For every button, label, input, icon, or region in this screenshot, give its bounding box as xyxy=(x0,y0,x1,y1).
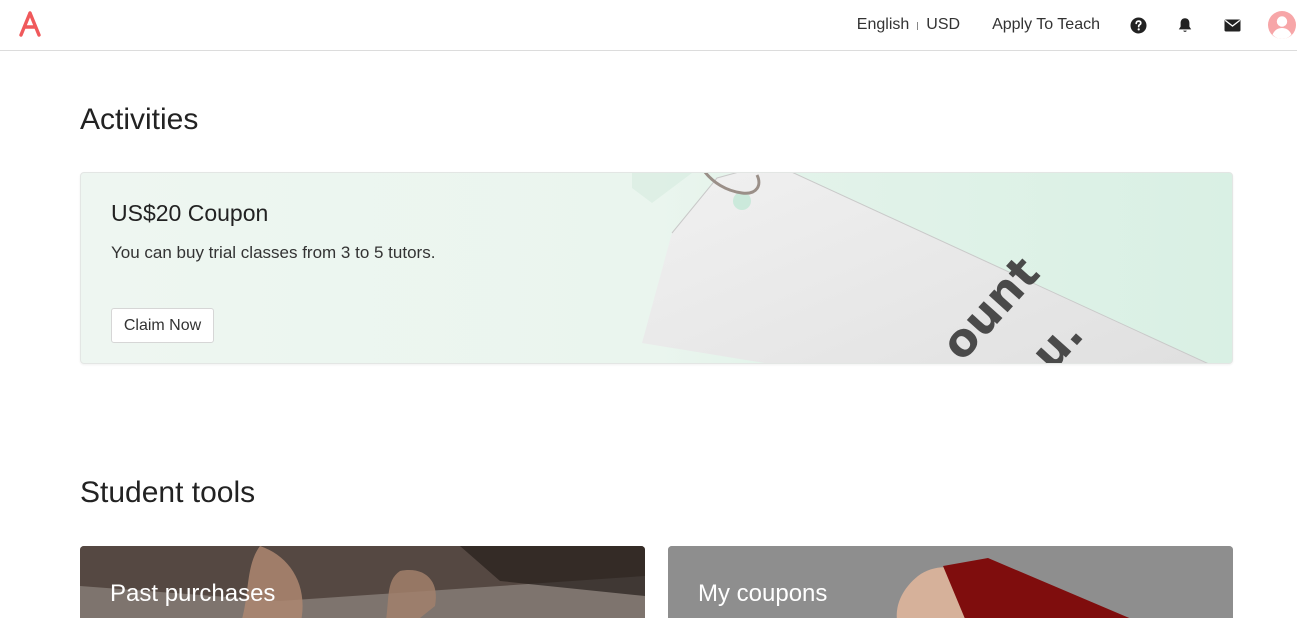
currency-label: USD xyxy=(926,16,961,33)
my-coupons-card[interactable]: My coupons xyxy=(668,546,1233,618)
coupon-title: US$20 Coupon xyxy=(111,200,269,226)
coupon-description: You can buy trial classes from 3 to 5 tu… xyxy=(111,243,436,262)
student-tools-heading: Student tools xyxy=(80,476,256,509)
past-purchases-label: Past purchases xyxy=(110,580,276,607)
activities-heading: Activities xyxy=(80,103,199,136)
claim-now-button[interactable]: Claim Now xyxy=(111,308,214,343)
top-navbar: English USD Apply To Teach xyxy=(0,0,1297,51)
help-icon[interactable] xyxy=(1129,16,1147,34)
my-coupons-label: My coupons xyxy=(698,580,828,607)
mail-icon[interactable] xyxy=(1223,16,1241,34)
coupon-banner: ount u. US$20 Coupon You can buy trial c… xyxy=(80,172,1233,364)
navbar-right: English USD Apply To Teach xyxy=(857,0,1297,50)
discount-tag-illustration: ount u. xyxy=(632,173,1208,363)
app-logo-icon[interactable] xyxy=(18,11,42,37)
past-purchases-card[interactable]: Past purchases xyxy=(80,546,645,618)
apply-to-teach-link[interactable]: Apply To Teach xyxy=(992,16,1100,34)
divider xyxy=(917,22,919,30)
language-label: English xyxy=(856,16,910,33)
bell-icon[interactable] xyxy=(1176,16,1194,34)
user-avatar-icon[interactable] xyxy=(1267,10,1297,40)
language-currency-selector[interactable]: English USD xyxy=(857,16,960,34)
